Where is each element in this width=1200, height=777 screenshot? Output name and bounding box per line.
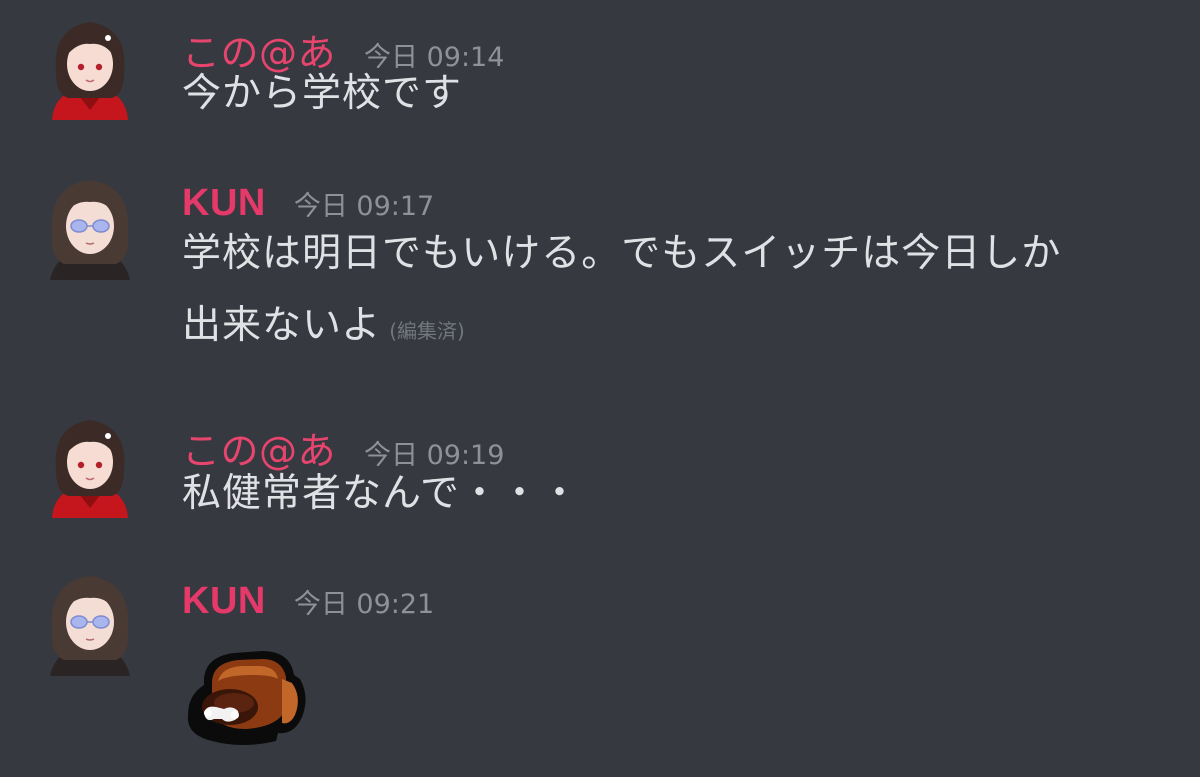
emoji-image: [187, 651, 306, 745]
timestamp: 今日 09:21: [293, 589, 435, 620]
message-4: KUN 今日 09:21: [0, 0, 1200, 777]
author-avatar-kun[interactable]: [42, 568, 138, 678]
message-header: KUN 今日 09:21: [182, 580, 434, 623]
avatar-image: [50, 576, 130, 676]
author-name[interactable]: KUN: [182, 580, 266, 623]
among-us-dead-crewmate-emoji[interactable]: [182, 645, 312, 750]
